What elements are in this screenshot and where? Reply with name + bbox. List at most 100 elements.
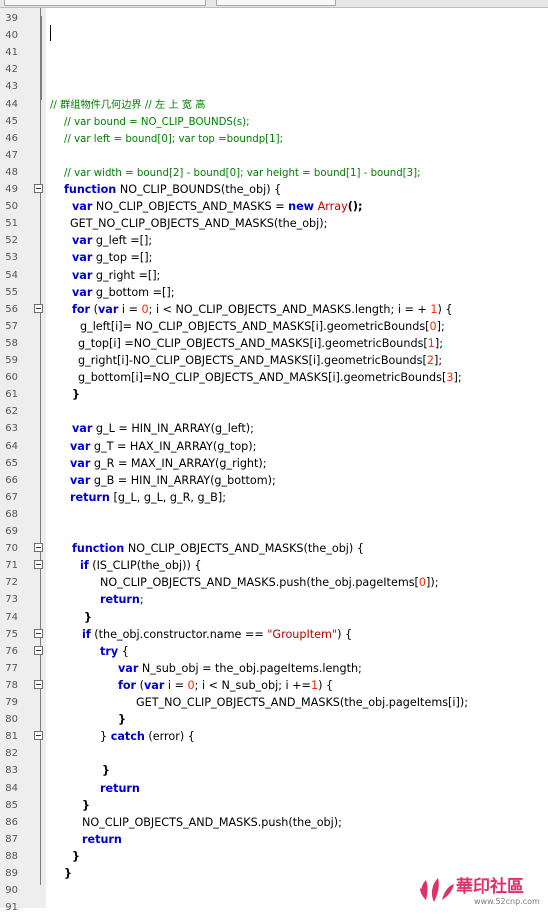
code-line[interactable]: 86 NO_CLIP_OBJECTS_AND_MASKS.push(the_obj… (0, 814, 548, 831)
line-number: 47 (5, 149, 18, 161)
line-number: 53 (5, 252, 18, 264)
code-token: 0 (429, 319, 437, 333)
code-token: new (288, 200, 315, 214)
code-line[interactable]: 50 var NO_CLIP_OBJECTS_AND_MASKS = new Ar… (0, 198, 548, 215)
code-line[interactable]: 67 return [g_L, g_L, g_R, g_B]; (0, 489, 548, 506)
code-line[interactable]: 45 // var bound = NO_CLIP_BOUNDS(s); (0, 113, 548, 130)
code-line[interactable]: 48 // var width = bound[2] - bound[0]; va… (0, 164, 548, 181)
code-token: var (72, 200, 93, 214)
code-token: var (70, 473, 91, 487)
code-line[interactable]: 87 return (0, 831, 548, 848)
code-line[interactable]: 82 (0, 745, 548, 762)
line-number: 63 (5, 423, 18, 435)
code-line[interactable]: 80} (0, 711, 548, 728)
fold-toggle-icon[interactable] (34, 560, 43, 570)
code-token: return (70, 490, 110, 504)
fold-toggle-icon[interactable] (34, 645, 43, 655)
code-token: // var width = bound[2] - bound[0]; var … (64, 167, 421, 179)
code-token: 2 (426, 354, 434, 367)
fold-toggle-icon[interactable] (34, 184, 43, 193)
code-token: g_R = MAX_IN_ARRAY(g_right); (90, 456, 267, 470)
code-line[interactable]: 60 g_bottom[i]=NO_CLIP_OBJECTS_AND_MASKS[… (0, 369, 548, 386)
code-line[interactable]: 64 var g_T = HAX_IN_ARRAY(g_top); (0, 438, 548, 455)
fold-toggle-icon[interactable] (34, 679, 43, 689)
code-token: var (70, 439, 91, 453)
code-token: 0 (418, 576, 427, 590)
line-number: 87 (5, 833, 18, 845)
code-line[interactable]: 76 try { (0, 643, 548, 660)
code-line[interactable]: 39 (0, 10, 548, 27)
code-line[interactable]: 52 var g_left =[]; (0, 232, 548, 249)
line-number: 41 (5, 47, 18, 59)
code-token: g_left =[]; (92, 234, 153, 248)
code-line[interactable]: 56 for (var i = 0; i < NO_CLIP_OBJECTS_AN… (0, 301, 548, 318)
code-token: // var left = bound[0]; var top =boundp[… (64, 133, 284, 145)
code-text: } (82, 798, 90, 814)
fold-toggle-icon[interactable] (34, 543, 43, 553)
line-number: 83 (5, 765, 18, 777)
code-line[interactable]: 61} (0, 386, 548, 403)
code-line[interactable]: 40 (0, 27, 548, 44)
code-line[interactable]: 54 var g_right =[]; (0, 267, 548, 284)
code-line[interactable]: 71 if (IS_CLIP(the_obj)) { (0, 557, 548, 574)
code-token: // var bound = NO_CLIP_BOUNDS(s); (64, 116, 250, 128)
code-text: } (72, 849, 80, 865)
code-line[interactable]: 44 // 群组物件几何边界 // 左 上 宽 高 (0, 96, 548, 113)
line-number: 57 (5, 320, 18, 332)
code-line[interactable]: 77 var N_sub_obj = the_obj.pageItems.leng… (0, 660, 548, 677)
code-token: return (100, 593, 140, 607)
code-token: ]); (426, 576, 439, 590)
line-number: 89 (5, 868, 18, 879)
code-line[interactable]: 78 for (var i = 0; i < N_sub_obj; i +=1) … (0, 677, 548, 694)
code-token: g_T = HAX_IN_ARRAY(g_top); (90, 439, 257, 453)
code-line[interactable]: 66 var g_B = HIN_IN_ARRAY(g_bottom); (0, 472, 548, 489)
code-line[interactable]: 43 (0, 78, 548, 95)
code-line[interactable]: 47 (0, 147, 548, 164)
code-line[interactable]: 57 g_left[i]= NO_CLIP_OBJECTS_AND_MASKS[i… (0, 318, 548, 335)
code-token: var (98, 302, 119, 316)
code-text: for (var i = 0; i < N_sub_obj; i +=1) { (118, 678, 333, 694)
code-line[interactable]: 51 GET_NO_CLIP_OBJECTS_AND_MASKS(the_obj)… (0, 215, 548, 232)
code-line[interactable]: 49 function NO_CLIP_BOUNDS(the_obj) { (0, 181, 548, 198)
code-line[interactable]: 42 (0, 61, 548, 78)
code-line[interactable]: 41 (0, 44, 548, 61)
code-line[interactable]: 83} (0, 762, 548, 779)
code-line[interactable]: 74} (0, 609, 548, 626)
code-line[interactable]: 73 return; (0, 591, 548, 608)
code-line[interactable]: 69 (0, 523, 548, 540)
code-line[interactable]: 59 g_right[i]-NO_CLIP_OBJECTS_AND_MASKS[i… (0, 352, 548, 369)
code-text: var g_left =[]; (72, 233, 152, 249)
code-line[interactable]: 46 // var left = bound[0]; var top =bound… (0, 130, 548, 147)
code-token: ]; (436, 319, 445, 333)
line-number: 40 (5, 30, 18, 42)
code-line[interactable]: 72 NO_CLIP_OBJECTS_AND_MASKS.push(the_obj… (0, 574, 548, 591)
code-line[interactable]: 63 var g_L = HIN_IN_ARRAY(g_left); (0, 420, 548, 437)
code-token: function (64, 183, 117, 196)
code-line[interactable]: 58 g_top[i] =NO_CLIP_OBJECTS_AND_MASKS[i]… (0, 335, 548, 352)
watermark-url: www.52cnp.com (474, 897, 540, 906)
code-line[interactable]: 70 function NO_CLIP_OBJECTS_AND_MASKS(the… (0, 540, 548, 557)
code-line[interactable]: 79 GET_NO_CLIP_OBJECTS_AND_MASKS(the_obj.… (0, 694, 548, 711)
code-line[interactable]: 75 if (the_obj.constructor.name == "Group… (0, 626, 548, 643)
code-line[interactable]: 88} (0, 848, 548, 865)
code-token: var (144, 678, 165, 692)
fold-toggle-icon[interactable] (34, 628, 43, 638)
code-line[interactable]: 53 var g_top =[]; (0, 249, 548, 266)
fold-toggle-icon[interactable] (34, 303, 43, 313)
code-token: NO_CLIP_OBJECTS_AND_MASKS.push(the_obj); (82, 815, 342, 829)
code-line[interactable]: 65 var g_R = MAX_IN_ARRAY(g_right); (0, 455, 548, 472)
code-line[interactable]: 68 (0, 506, 548, 523)
code-line[interactable]: 81} catch (error) { (0, 728, 548, 745)
line-number: 55 (5, 286, 18, 298)
fold-toggle-icon[interactable] (34, 731, 43, 741)
code-text: return; (100, 592, 144, 608)
code-token: var (72, 251, 93, 265)
editor-tab-1[interactable] (4, 0, 206, 6)
code-line[interactable]: 84 return (0, 780, 548, 797)
line-number: 78 (5, 679, 18, 691)
code-line[interactable]: 55 var g_bottom =[]; (0, 284, 548, 301)
code-line[interactable]: 85} (0, 797, 548, 814)
code-line[interactable]: 62 (0, 403, 548, 420)
editor-tab-2[interactable] (216, 0, 336, 6)
code-editor[interactable]: 39 40 41 42 43 44 // 群组物件几何边界 // 左 上 宽 高 45 // v… (0, 8, 548, 913)
